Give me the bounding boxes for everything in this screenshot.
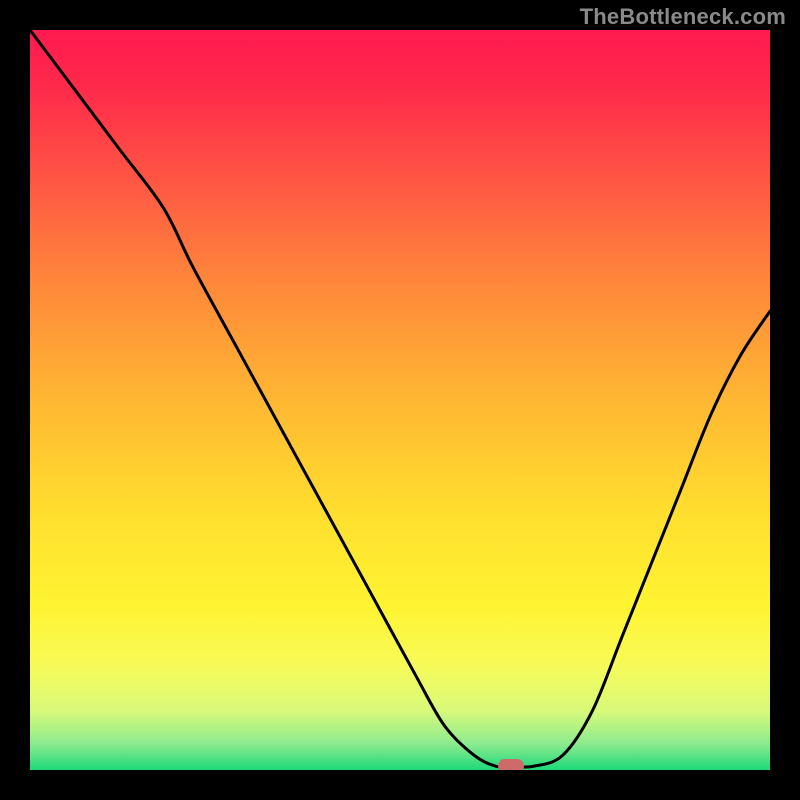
chart-frame: TheBottleneck.com [0, 0, 800, 800]
watermark-text: TheBottleneck.com [580, 4, 786, 30]
bottleneck-curve [30, 30, 770, 770]
plot-area [30, 30, 770, 770]
optimal-marker [498, 759, 524, 770]
